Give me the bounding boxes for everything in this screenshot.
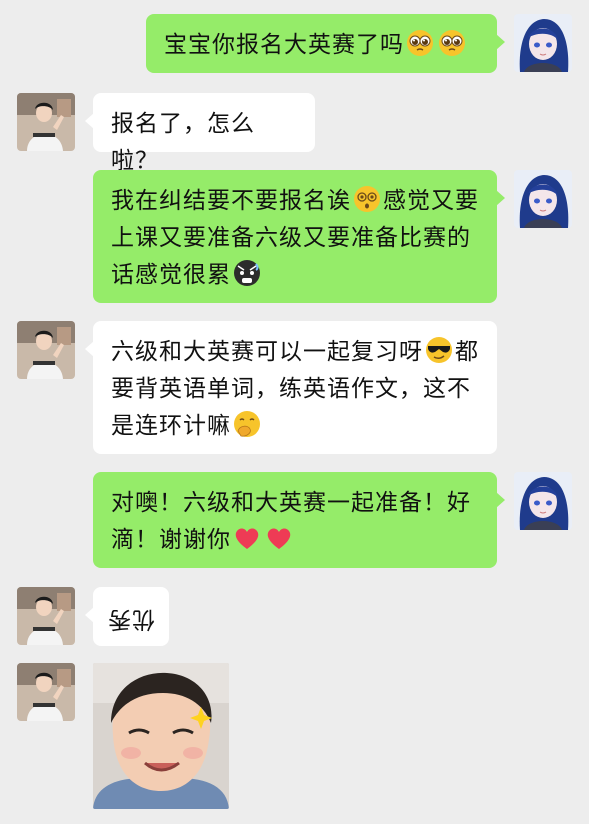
received-message-2[interactable]: 六级和大英赛可以一起复习呀 都要背英语单词，练英语作文，这不是连环计嘛 — [85, 321, 497, 454]
smiling-child-sticker[interactable] — [93, 663, 229, 809]
pleading-face-icon — [405, 28, 435, 58]
received-message-1[interactable]: 报名了，怎么啦？ — [85, 93, 315, 174]
pleading-face-icon — [437, 28, 467, 58]
message-text: 六级和大英赛可以一起复习呀 — [111, 339, 423, 365]
sunglasses-face-icon — [424, 335, 454, 365]
received-message-3[interactable]: 优秀 — [85, 587, 169, 646]
message-text: 宝宝你报名大英赛了吗 — [164, 32, 404, 58]
contact-avatar[interactable] — [17, 587, 75, 645]
red-heart-icon — [232, 523, 262, 553]
my-avatar[interactable] — [514, 14, 572, 72]
chat-thread: 宝宝你报名大英赛了吗 报名了，怎么啦？ 我在纠结要不要报名诶 感觉又要上课又要准… — [0, 0, 589, 824]
sent-message-3[interactable]: 对噢！六级和大英赛一起准备！好滴！谢谢你 — [93, 472, 505, 568]
tired-face-icon — [232, 258, 262, 288]
contact-avatar[interactable] — [17, 663, 75, 721]
message-text: 报名了，怎么啦？ — [111, 111, 255, 174]
dizzy-face-icon — [352, 184, 382, 214]
contact-avatar[interactable] — [17, 93, 75, 151]
sent-message-2[interactable]: 我在纠结要不要报名诶 感觉又要上课又要准备六级又要准备比赛的话感觉很累 — [93, 170, 505, 303]
my-avatar[interactable] — [514, 170, 572, 228]
red-heart-icon — [264, 523, 294, 553]
my-avatar[interactable] — [514, 472, 572, 530]
contact-avatar[interactable] — [17, 321, 75, 379]
hand-over-mouth-face-icon — [232, 409, 262, 439]
sent-message-1[interactable]: 宝宝你报名大英赛了吗 — [146, 14, 505, 73]
message-text: 我在纠结要不要报名诶 — [111, 188, 351, 214]
message-text-upside-down: 优秀 — [107, 606, 155, 632]
